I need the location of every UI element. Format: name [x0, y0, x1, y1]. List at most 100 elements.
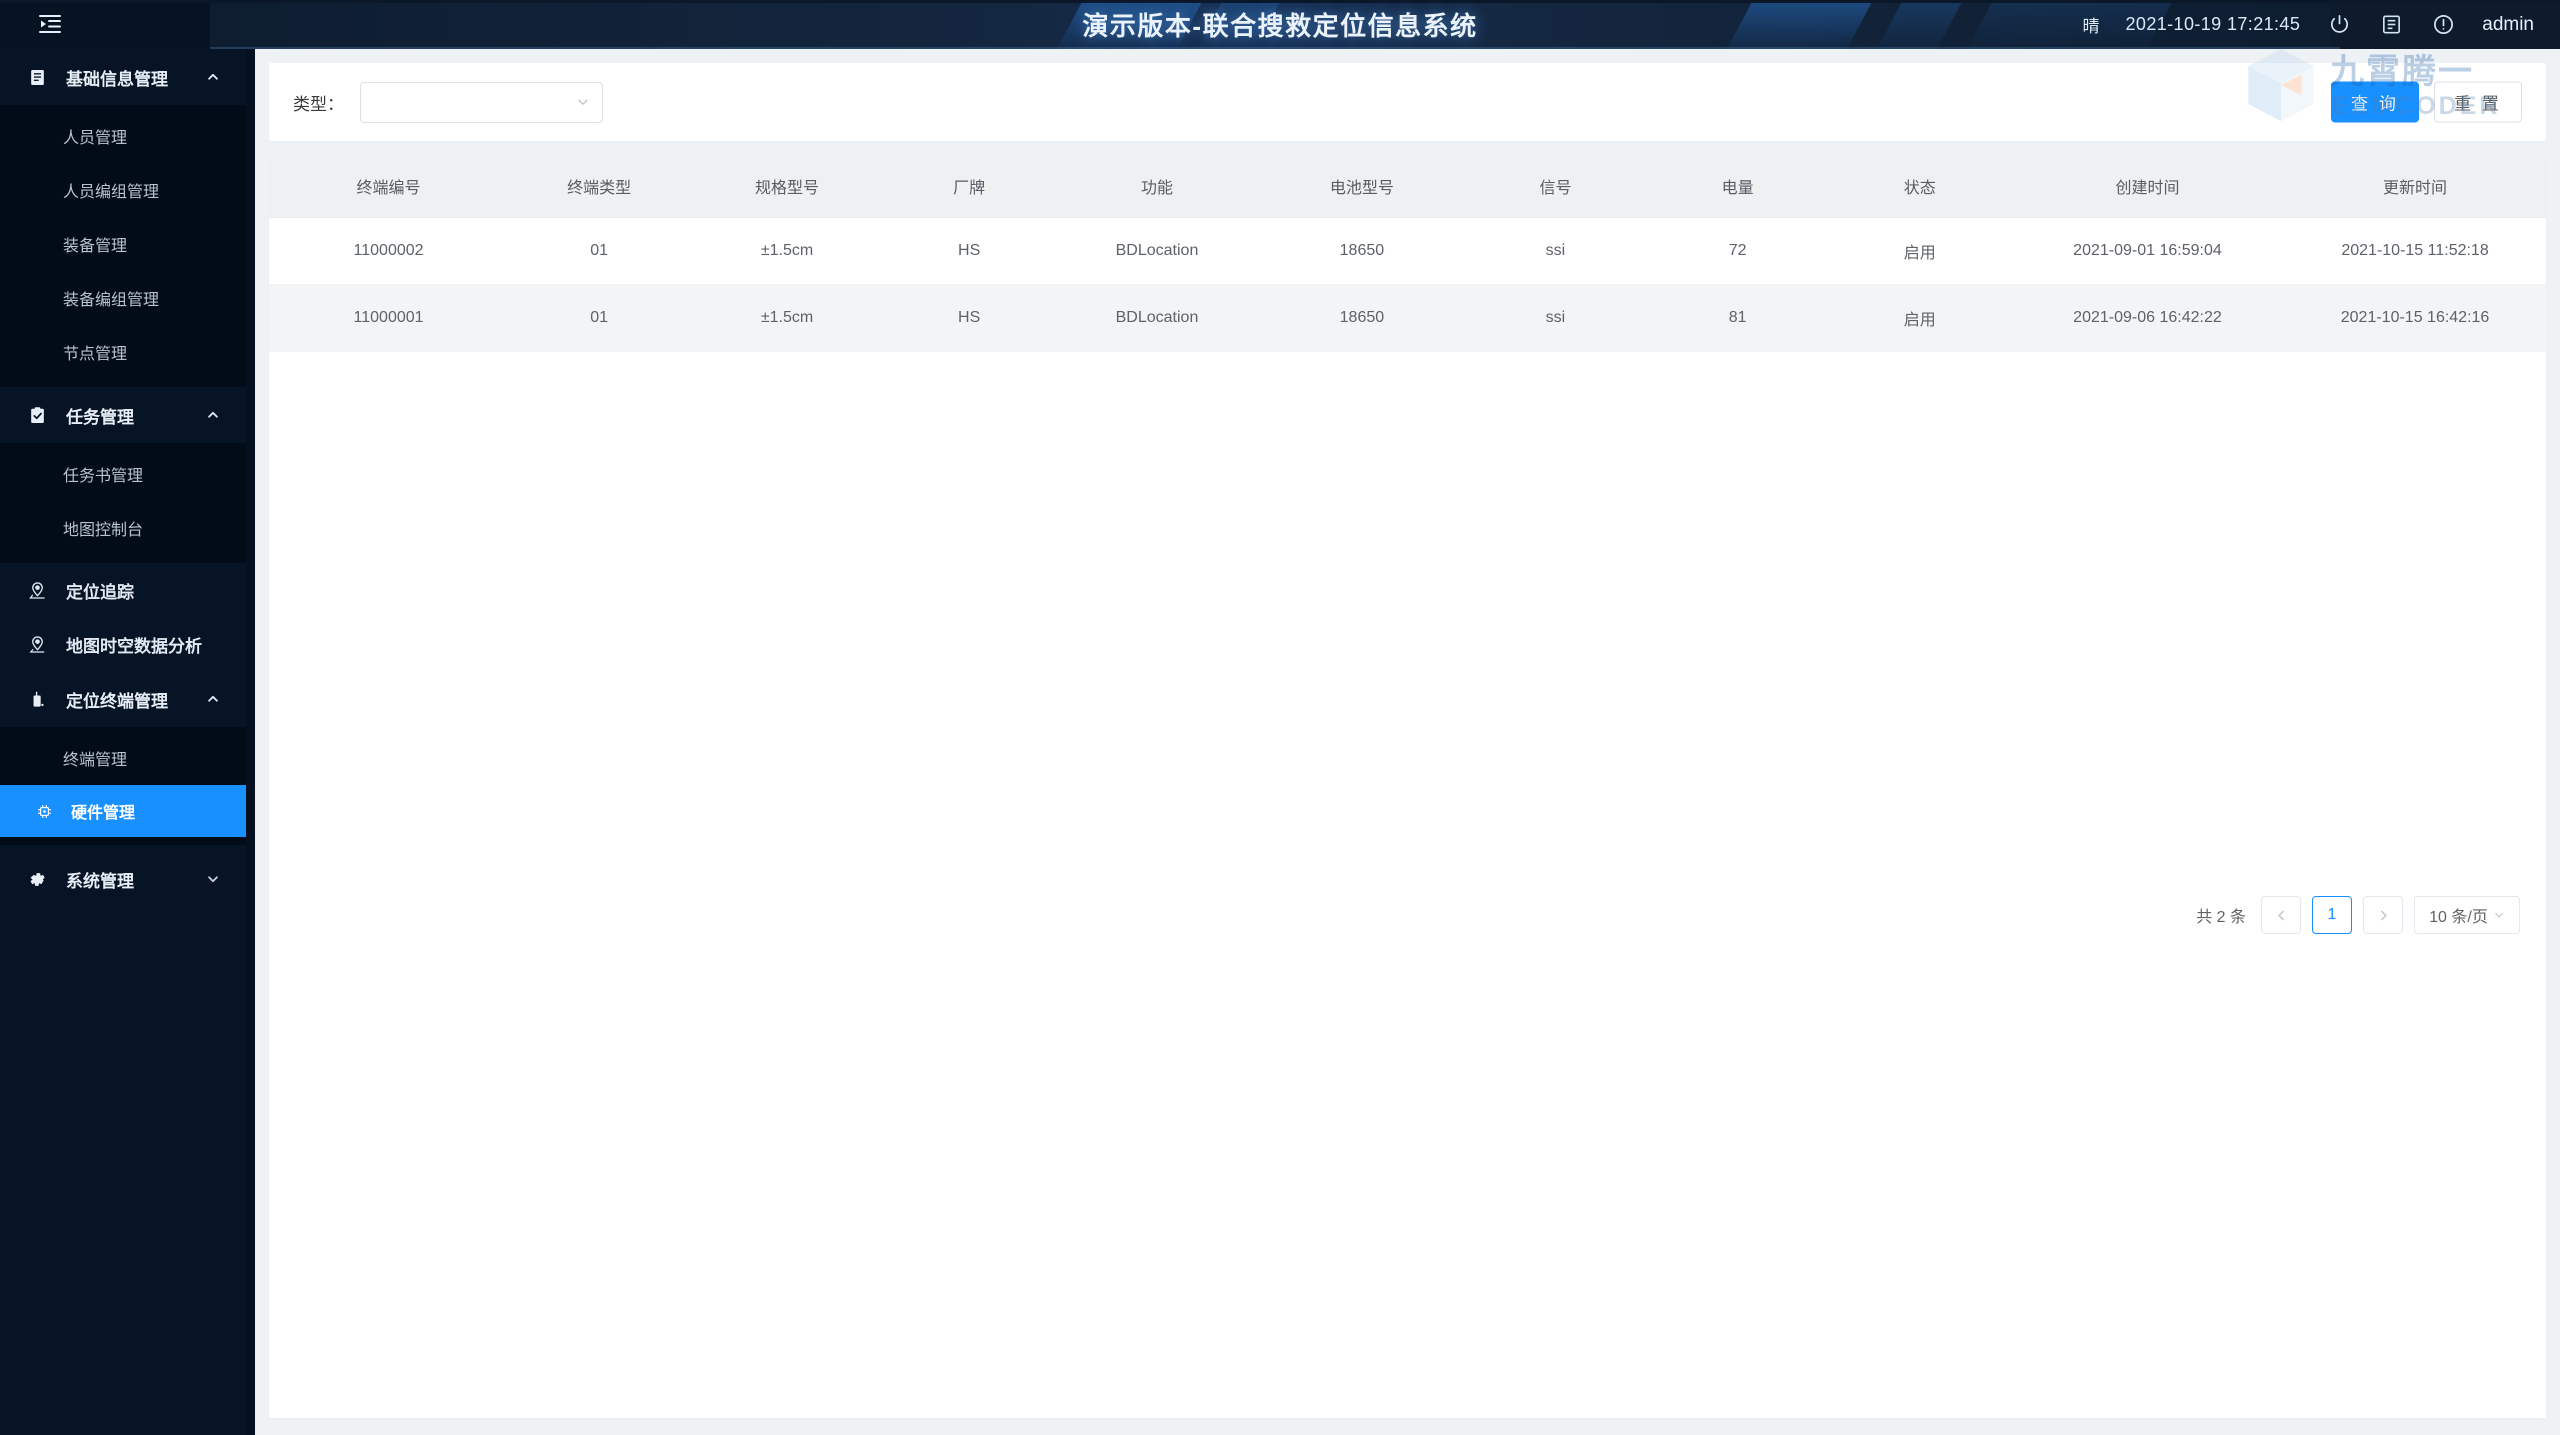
cell-terminal-type: 01	[508, 284, 691, 352]
cell-battery-model: 18650	[1259, 217, 1465, 285]
header-bottom-line	[210, 47, 2340, 49]
sidebar-group-terminal[interactable]: 定位终端管理	[0, 671, 246, 727]
column-power: 电量	[1646, 155, 1829, 218]
cell-signal: ssi	[1464, 217, 1647, 285]
sidebar-group-system[interactable]: 系统管理	[0, 851, 246, 907]
sidebar-item-label: 人员编组管理	[63, 184, 160, 201]
header-left-panel	[0, 0, 210, 49]
reset-button[interactable]: 重 置	[2434, 81, 2522, 123]
gear-icon	[28, 870, 54, 889]
cell-spec-model: ±1.5cm	[690, 217, 884, 285]
column-created-at: 创建时间	[2010, 155, 2285, 218]
chevron-down-icon	[206, 872, 220, 886]
header-right-group: 晴 2021-10-19 17:21:45 admin	[2083, 0, 2539, 49]
sidebar-item-label: 地图控制台	[63, 522, 144, 539]
chevron-up-icon	[206, 692, 220, 706]
sidebar-item-personnel-group[interactable]: 人员编组管理	[0, 163, 246, 217]
weather-label: 晴	[2082, 17, 2100, 36]
sidebar-item-label: 人员管理	[63, 130, 128, 147]
header-decor-shard	[1196, 0, 1282, 49]
cell-status: 启用	[1828, 284, 2011, 352]
app-root: 演示版本-联合搜救定位信息系统 晴 2021-10-19 17:21:45 ad…	[0, 0, 2560, 1435]
sidebar-item-hardware-mgmt[interactable]: 硬件管理	[0, 785, 246, 837]
cell-created-at: 2021-09-06 16:42:22	[2010, 284, 2285, 352]
sidebar-group-label: 系统管理	[66, 871, 134, 891]
cell-function: BDLocation	[1054, 284, 1260, 352]
chevron-down-icon	[2493, 909, 2505, 921]
sidebar-item-spatiotemporal-analysis[interactable]: 地图时空数据分析	[0, 617, 246, 671]
page-size-select[interactable]: 10 条/页	[2414, 896, 2520, 934]
cell-terminal-no: 11000002	[269, 217, 509, 285]
column-function: 功能	[1054, 155, 1260, 218]
pagination-next-button[interactable]	[2363, 896, 2403, 934]
column-terminal-type: 终端类型	[508, 155, 691, 218]
info-circle-icon[interactable]	[2430, 12, 2456, 38]
sidebar-submenu-basic-info: 人员管理 人员编组管理 装备管理 装备编组管理 节点管理	[0, 105, 246, 387]
sidebar-item-label: 地图时空数据分析	[66, 636, 202, 656]
column-status: 状态	[1828, 155, 2011, 218]
column-brand: 厂牌	[883, 155, 1055, 218]
filter-actions: 查 询 重 置	[2331, 81, 2522, 123]
menu-fold-icon[interactable]	[34, 9, 66, 39]
table-header-row: 终端编号 终端类型 规格型号 厂牌 功能 电池型号 信号 电量 状态 创建时间 …	[269, 155, 2546, 218]
sidebar-group-label: 定位终端管理	[66, 691, 168, 711]
header-decor-shard	[1876, 0, 1964, 49]
cell-spec-model: ±1.5cm	[690, 284, 884, 352]
sidebar-item-equipment[interactable]: 装备管理	[0, 217, 246, 271]
table-row[interactable]: 11000002 01 ±1.5cm HS BDLocation 18650 s…	[269, 217, 2546, 285]
sidebar-item-label: 终端管理	[63, 752, 128, 769]
chevron-up-icon	[206, 70, 220, 84]
hardware-table: 终端编号 终端类型 规格型号 厂牌 功能 电池型号 信号 电量 状态 创建时间 …	[269, 155, 2546, 352]
screen-icon[interactable]	[2378, 12, 2404, 38]
sidebar-item-location-tracking[interactable]: 定位追踪	[0, 563, 246, 617]
sidebar-item-label: 硬件管理	[71, 805, 136, 822]
header-decor-shard	[1056, 0, 1204, 49]
cell-brand: HS	[883, 217, 1055, 285]
cell-created-at: 2021-09-01 16:59:04	[2010, 217, 2285, 285]
sidebar-item-label: 节点管理	[63, 346, 128, 363]
table-header: 终端编号 终端类型 规格型号 厂牌 功能 电池型号 信号 电量 状态 创建时间 …	[269, 155, 2546, 218]
sidebar-item-label: 装备编组管理	[63, 292, 160, 309]
chevron-up-icon	[206, 408, 220, 422]
column-terminal-no: 终端编号	[269, 155, 509, 218]
sidebar-item-equipment-group[interactable]: 装备编组管理	[0, 271, 246, 325]
location-pin-icon	[28, 581, 54, 600]
app-header: 演示版本-联合搜救定位信息系统 晴 2021-10-19 17:21:45 ad…	[0, 0, 2560, 49]
type-filter-select[interactable]	[360, 81, 603, 123]
cell-function: BDLocation	[1054, 217, 1260, 285]
cell-updated-at: 2021-10-15 11:52:18	[2284, 217, 2546, 285]
sidebar-group-label: 任务管理	[66, 407, 134, 427]
pagination: 共 2 条 1 10 条/页	[2196, 896, 2520, 934]
sidebar-group-task[interactable]: 任务管理	[0, 387, 246, 443]
cell-brand: HS	[883, 284, 1055, 352]
filter-bar: 类型： 查 询 重 置	[269, 63, 2546, 141]
chevron-left-icon	[2275, 909, 2288, 922]
sidebar-item-node[interactable]: 节点管理	[0, 325, 246, 379]
cell-terminal-type: 01	[508, 217, 691, 285]
pagination-page-1[interactable]: 1	[2312, 896, 2352, 934]
cell-terminal-no: 11000001	[269, 284, 509, 352]
power-icon[interactable]	[2326, 12, 2352, 38]
document-icon	[28, 68, 54, 87]
query-button[interactable]: 查 询	[2331, 81, 2419, 123]
data-table-card: 终端编号 终端类型 规格型号 厂牌 功能 电池型号 信号 电量 状态 创建时间 …	[269, 155, 2546, 1418]
cell-power: 72	[1646, 217, 1829, 285]
sidebar-item-personnel[interactable]: 人员管理	[0, 109, 246, 163]
cell-status: 启用	[1828, 217, 2011, 285]
pagination-prev-button[interactable]	[2261, 896, 2301, 934]
header-center-band	[210, 0, 2330, 49]
sidebar-group-basic-info[interactable]: 基础信息管理	[0, 49, 246, 105]
chevron-right-icon	[2377, 909, 2390, 922]
radio-device-icon	[28, 690, 54, 709]
sidebar-item-terminal-mgmt[interactable]: 终端管理	[0, 731, 246, 785]
sidebar-item-map-console[interactable]: 地图控制台	[0, 501, 246, 555]
table-row[interactable]: 11000001 01 ±1.5cm HS BDLocation 18650 s…	[269, 284, 2546, 352]
cell-signal: ssi	[1464, 284, 1647, 352]
user-name-label[interactable]: admin	[2482, 14, 2538, 36]
column-updated-at: 更新时间	[2284, 155, 2546, 218]
pagination-total: 共 2 条	[2196, 909, 2246, 926]
main-content: 类型： 查 询 重 置 终端编号 终端类型 规格型号 厂牌 功能 电池型号 信号…	[255, 49, 2560, 1435]
column-signal: 信号	[1464, 155, 1647, 218]
cell-updated-at: 2021-10-15 16:42:16	[2284, 284, 2546, 352]
sidebar-item-task-doc[interactable]: 任务书管理	[0, 447, 246, 501]
